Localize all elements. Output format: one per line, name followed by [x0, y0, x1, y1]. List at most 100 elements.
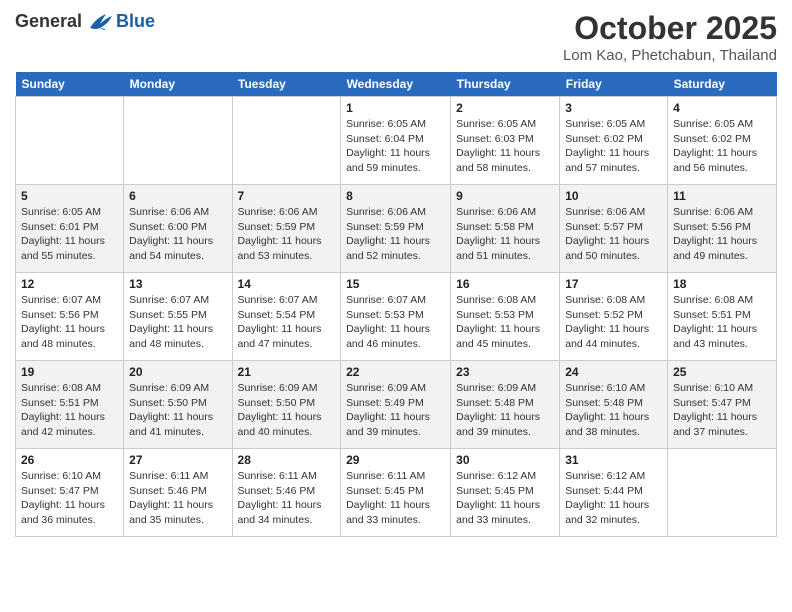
calendar-cell	[124, 97, 232, 185]
logo: General Blue	[15, 10, 155, 32]
calendar-cell: 20 Sunrise: 6:09 AMSunset: 5:50 PMDayligh…	[124, 361, 232, 449]
calendar-cell: 21 Sunrise: 6:09 AMSunset: 5:50 PMDayligh…	[232, 361, 341, 449]
calendar-week-row: 26Sunrise: 6:10 AMSunset: 5:47 PMDayligh…	[16, 449, 777, 537]
calendar-cell: 5 Sunrise: 6:05 AMSunset: 6:01 PMDaylight…	[16, 185, 124, 273]
day-number: 8	[346, 189, 445, 203]
day-number: 2	[456, 101, 554, 115]
day-number: 24	[565, 365, 662, 379]
month-title: October 2025	[563, 10, 777, 47]
day-number: 3	[565, 101, 662, 115]
day-info: Sunrise: 6:05 AMSunset: 6:04 PMDaylight:…	[346, 117, 445, 176]
day-number: 12	[21, 277, 118, 291]
logo-general-text: General	[15, 11, 82, 32]
day-info: Sunrise: 6:07 AMSunset: 5:56 PMDaylight:…	[21, 293, 118, 352]
calendar-cell: 11 Sunrise: 6:06 AMSunset: 5:56 PMDayligh…	[668, 185, 777, 273]
calendar-cell: 23 Sunrise: 6:09 AMSunset: 5:48 PMDayligh…	[451, 361, 560, 449]
day-number: 19	[21, 365, 118, 379]
day-number: 29	[346, 453, 445, 467]
day-info: Sunrise: 6:11 AMSunset: 5:46 PMDaylight:…	[129, 469, 226, 528]
calendar-cell: 6 Sunrise: 6:06 AMSunset: 6:00 PMDaylight…	[124, 185, 232, 273]
calendar-week-row: 12 Sunrise: 6:07 AMSunset: 5:56 PMDayligh…	[16, 273, 777, 361]
calendar-cell: 1 Sunrise: 6:05 AMSunset: 6:04 PMDaylight…	[341, 97, 451, 185]
calendar-week-row: 1 Sunrise: 6:05 AMSunset: 6:04 PMDaylight…	[16, 97, 777, 185]
calendar-cell: 13 Sunrise: 6:07 AMSunset: 5:55 PMDayligh…	[124, 273, 232, 361]
day-info: Sunrise: 6:06 AMSunset: 5:57 PMDaylight:…	[565, 205, 662, 264]
calendar-cell	[668, 449, 777, 537]
day-info: Sunrise: 6:11 AMSunset: 5:46 PMDaylight:…	[238, 469, 336, 528]
day-info: Sunrise: 6:09 AMSunset: 5:50 PMDaylight:…	[129, 381, 226, 440]
day-number: 7	[238, 189, 336, 203]
calendar-cell: 7 Sunrise: 6:06 AMSunset: 5:59 PMDaylight…	[232, 185, 341, 273]
day-number: 30	[456, 453, 554, 467]
day-info: Sunrise: 6:09 AMSunset: 5:50 PMDaylight:…	[238, 381, 336, 440]
day-number: 26	[21, 453, 118, 467]
day-info: Sunrise: 6:09 AMSunset: 5:49 PMDaylight:…	[346, 381, 445, 440]
day-number: 22	[346, 365, 445, 379]
day-info: Sunrise: 6:06 AMSunset: 5:56 PMDaylight:…	[673, 205, 771, 264]
calendar-cell: 19 Sunrise: 6:08 AMSunset: 5:51 PMDayligh…	[16, 361, 124, 449]
day-info: Sunrise: 6:06 AMSunset: 5:59 PMDaylight:…	[238, 205, 336, 264]
calendar-cell: 18Sunrise: 6:08 AMSunset: 5:51 PMDayligh…	[668, 273, 777, 361]
day-number: 31	[565, 453, 662, 467]
day-number: 28	[238, 453, 336, 467]
calendar-cell: 27Sunrise: 6:11 AMSunset: 5:46 PMDayligh…	[124, 449, 232, 537]
logo-blue-text: Blue	[116, 11, 155, 32]
day-number: 17	[565, 277, 662, 291]
day-info: Sunrise: 6:06 AMSunset: 6:00 PMDaylight:…	[129, 205, 226, 264]
weekday-header: Tuesday	[232, 72, 341, 97]
calendar-cell	[232, 97, 341, 185]
calendar-cell: 28 Sunrise: 6:11 AMSunset: 5:46 PMDayligh…	[232, 449, 341, 537]
day-info: Sunrise: 6:07 AMSunset: 5:53 PMDaylight:…	[346, 293, 445, 352]
logo-bird-icon	[86, 10, 114, 32]
calendar-week-row: 19 Sunrise: 6:08 AMSunset: 5:51 PMDayligh…	[16, 361, 777, 449]
calendar-cell: 25Sunrise: 6:10 AMSunset: 5:47 PMDayligh…	[668, 361, 777, 449]
calendar-cell: 14Sunrise: 6:07 AMSunset: 5:54 PMDayligh…	[232, 273, 341, 361]
weekday-header: Thursday	[451, 72, 560, 97]
calendar-cell: 26Sunrise: 6:10 AMSunset: 5:47 PMDayligh…	[16, 449, 124, 537]
day-number: 11	[673, 189, 771, 203]
day-info: Sunrise: 6:11 AMSunset: 5:45 PMDaylight:…	[346, 469, 445, 528]
day-number: 13	[129, 277, 226, 291]
calendar-cell: 22 Sunrise: 6:09 AMSunset: 5:49 PMDayligh…	[341, 361, 451, 449]
day-number: 10	[565, 189, 662, 203]
calendar-cell: 17 Sunrise: 6:08 AMSunset: 5:52 PMDayligh…	[560, 273, 668, 361]
day-number: 21	[238, 365, 336, 379]
day-info: Sunrise: 6:08 AMSunset: 5:51 PMDaylight:…	[673, 293, 771, 352]
calendar-cell: 16Sunrise: 6:08 AMSunset: 5:53 PMDayligh…	[451, 273, 560, 361]
day-info: Sunrise: 6:07 AMSunset: 5:54 PMDaylight:…	[238, 293, 336, 352]
day-info: Sunrise: 6:08 AMSunset: 5:53 PMDaylight:…	[456, 293, 554, 352]
day-number: 5	[21, 189, 118, 203]
day-info: Sunrise: 6:09 AMSunset: 5:48 PMDaylight:…	[456, 381, 554, 440]
day-number: 9	[456, 189, 554, 203]
calendar-cell: 9 Sunrise: 6:06 AMSunset: 5:58 PMDaylight…	[451, 185, 560, 273]
day-number: 6	[129, 189, 226, 203]
day-info: Sunrise: 6:08 AMSunset: 5:51 PMDaylight:…	[21, 381, 118, 440]
page-header: General Blue October 2025 Lom Kao, Phetc…	[15, 10, 777, 64]
weekday-header: Wednesday	[341, 72, 451, 97]
day-info: Sunrise: 6:05 AMSunset: 6:02 PMDaylight:…	[565, 117, 662, 176]
day-info: Sunrise: 6:08 AMSunset: 5:52 PMDaylight:…	[565, 293, 662, 352]
calendar-cell: 2 Sunrise: 6:05 AMSunset: 6:03 PMDaylight…	[451, 97, 560, 185]
weekday-header-row: SundayMondayTuesdayWednesdayThursdayFrid…	[16, 72, 777, 97]
day-info: Sunrise: 6:05 AMSunset: 6:03 PMDaylight:…	[456, 117, 554, 176]
day-number: 23	[456, 365, 554, 379]
weekday-header: Sunday	[16, 72, 124, 97]
calendar-cell: 15Sunrise: 6:07 AMSunset: 5:53 PMDayligh…	[341, 273, 451, 361]
calendar-cell: 3 Sunrise: 6:05 AMSunset: 6:02 PMDaylight…	[560, 97, 668, 185]
day-info: Sunrise: 6:06 AMSunset: 5:59 PMDaylight:…	[346, 205, 445, 264]
day-number: 20	[129, 365, 226, 379]
day-info: Sunrise: 6:06 AMSunset: 5:58 PMDaylight:…	[456, 205, 554, 264]
calendar-cell: 31 Sunrise: 6:12 AMSunset: 5:44 PMDayligh…	[560, 449, 668, 537]
calendar-cell: 4Sunrise: 6:05 AMSunset: 6:02 PMDaylight…	[668, 97, 777, 185]
calendar-cell: 30 Sunrise: 6:12 AMSunset: 5:45 PMDayligh…	[451, 449, 560, 537]
day-info: Sunrise: 6:12 AMSunset: 5:44 PMDaylight:…	[565, 469, 662, 528]
day-number: 1	[346, 101, 445, 115]
day-number: 25	[673, 365, 771, 379]
calendar-cell: 10 Sunrise: 6:06 AMSunset: 5:57 PMDayligh…	[560, 185, 668, 273]
calendar-cell: 12 Sunrise: 6:07 AMSunset: 5:56 PMDayligh…	[16, 273, 124, 361]
day-info: Sunrise: 6:05 AMSunset: 6:02 PMDaylight:…	[673, 117, 771, 176]
calendar-cell	[16, 97, 124, 185]
day-info: Sunrise: 6:07 AMSunset: 5:55 PMDaylight:…	[129, 293, 226, 352]
day-info: Sunrise: 6:12 AMSunset: 5:45 PMDaylight:…	[456, 469, 554, 528]
day-info: Sunrise: 6:05 AMSunset: 6:01 PMDaylight:…	[21, 205, 118, 264]
